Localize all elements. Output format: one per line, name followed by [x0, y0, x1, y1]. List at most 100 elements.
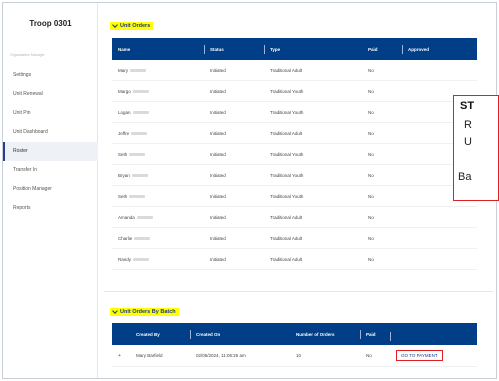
batch-header[interactable]: Unit Orders By Batch	[104, 304, 179, 320]
table-row[interactable]: Seth Initiated Traditional Youth No	[112, 186, 477, 207]
cell-paid: No	[368, 130, 374, 136]
cell-paid: No	[368, 151, 374, 157]
callout-line-3: Ba	[458, 171, 472, 183]
callout-box: ST R U Ba	[453, 95, 499, 201]
go-to-payment-button[interactable]: GO TO PAYMENT	[396, 350, 443, 361]
callout-line-2: U	[464, 136, 472, 148]
cell-name: Margo	[118, 88, 131, 94]
cell-status: Initiated	[210, 88, 226, 94]
table-row[interactable]: + Mary Barfield 02/05/2024, 11:06:25 am …	[112, 345, 477, 367]
cell-type: Traditional Youth	[270, 151, 304, 157]
callout-title: ST	[460, 100, 475, 112]
col-status[interactable]: Status	[204, 44, 264, 54]
redacted-surname	[134, 236, 151, 240]
cell-type: Traditional Adult	[270, 214, 303, 220]
cell-number-of-orders: 10	[296, 353, 302, 358]
cell-status: Initiated	[210, 130, 226, 136]
unit-orders-toggle[interactable]: Unit Orders	[110, 22, 154, 30]
table-row[interactable]: Margo Initiated Traditional Youth No	[112, 81, 477, 102]
cell-name: Jeffre	[118, 130, 130, 136]
cell-status: Initiated	[210, 193, 226, 199]
redacted-surname	[136, 215, 153, 219]
chevron-down-icon	[112, 308, 118, 314]
batch-table-header: Created By Created On Number of Orders P…	[112, 323, 477, 345]
sidebar-nav: Settings Unit Renewal Unit Pin Unit Dash…	[3, 66, 98, 218]
cell-name: Logan	[118, 109, 131, 115]
callout-line-1: R	[464, 119, 472, 131]
cell-status: Initiated	[210, 67, 226, 73]
col-created-by[interactable]: Created By	[130, 332, 190, 337]
cell-status: Initiated	[210, 235, 226, 241]
table-row[interactable]: Amanda Initiated Traditional Adult No	[112, 207, 477, 228]
cell-paid: No	[368, 193, 374, 199]
redacted-surname	[129, 152, 146, 156]
table-row[interactable]: Charlie Initiated Traditional Adult No	[112, 228, 477, 249]
cell-name: Charlie	[118, 235, 133, 241]
section-divider	[104, 291, 493, 292]
cell-status: Initiated	[210, 109, 226, 115]
sidebar: Troop 0301 Organization Manager Settings…	[3, 3, 98, 378]
batch-title: Unit Orders By Batch	[120, 309, 176, 315]
cell-type: Traditional Adult	[270, 256, 303, 262]
redacted-surname	[130, 68, 146, 72]
cell-status: Initiated	[210, 214, 226, 220]
cell-name: Seth	[118, 151, 128, 157]
chevron-down-icon	[112, 22, 118, 28]
col-name[interactable]: Name	[112, 47, 204, 52]
table-row[interactable]: Logan Initiated Traditional Youth No	[112, 102, 477, 123]
sidebar-item-transfer-in[interactable]: Transfer In	[3, 161, 98, 180]
table-row[interactable]: Jeffre Initiated Traditional Adult No	[112, 123, 477, 144]
cell-created-on: 02/05/2024, 11:06:25 am	[196, 353, 246, 358]
redacted-surname	[132, 110, 149, 114]
expand-row-button[interactable]: +	[118, 353, 121, 359]
cell-type: Traditional Youth	[270, 88, 304, 94]
cell-type: Traditional Adult	[270, 235, 303, 241]
cell-type: Traditional Youth	[270, 109, 304, 115]
cell-paid: No	[366, 353, 372, 358]
cell-paid: No	[368, 109, 374, 115]
col-type[interactable]: Type	[264, 44, 362, 54]
sidebar-item-unit-renewal[interactable]: Unit Renewal	[3, 85, 98, 104]
cell-status: Initiated	[210, 172, 226, 178]
cell-name: Randy	[118, 256, 132, 262]
redacted-surname	[131, 131, 148, 135]
redacted-surname	[129, 194, 146, 198]
cell-name: Bryan	[118, 172, 130, 178]
table-row[interactable]: Seth Initiated Traditional Youth No	[112, 144, 477, 165]
table-row[interactable]: Randy Initiated Traditional Adult No	[112, 249, 477, 270]
col-paid[interactable]: Paid	[362, 47, 402, 52]
sidebar-item-roster[interactable]: Roster	[3, 142, 98, 161]
col-paid[interactable]: Paid	[360, 329, 390, 339]
cell-status: Initiated	[210, 151, 226, 157]
cell-type: Traditional Youth	[270, 172, 304, 178]
cell-type: Traditional Adult	[270, 130, 303, 136]
cell-type: Traditional Youth	[270, 193, 304, 199]
cell-status: Initiated	[210, 256, 226, 262]
redacted-surname	[133, 257, 150, 261]
batch-toggle[interactable]: Unit Orders By Batch	[110, 308, 179, 316]
col-number-of-orders[interactable]: Number of Orders	[290, 332, 360, 337]
col-approved[interactable]: Approved	[402, 44, 477, 54]
sidebar-item-reports[interactable]: Reports	[3, 199, 98, 218]
batch-table: Created By Created On Number of Orders P…	[112, 323, 477, 367]
cell-type: Traditional Adult	[270, 67, 303, 73]
cell-paid: No	[368, 88, 374, 94]
sidebar-item-position-manager[interactable]: Position Manager	[3, 180, 98, 199]
table-row[interactable]: Mary Initiated Traditional Adult No	[112, 60, 477, 81]
sidebar-item-unit-dashboard[interactable]: Unit Dashboard	[3, 123, 98, 142]
cell-paid: No	[368, 67, 374, 73]
sidebar-item-unit-pin[interactable]: Unit Pin	[3, 104, 98, 123]
unit-orders-header[interactable]: Unit Orders	[104, 18, 154, 34]
sidebar-item-settings[interactable]: Settings	[3, 66, 98, 85]
table-row[interactable]: Bryan Initiated Traditional Youth No	[112, 165, 477, 186]
cell-name: Mary	[118, 67, 128, 73]
cell-paid: No	[368, 214, 374, 220]
cell-paid: No	[368, 172, 374, 178]
cell-paid: No	[368, 256, 374, 262]
cell-created-by: Mary Barfield	[136, 353, 163, 358]
cell-paid: No	[368, 235, 374, 241]
cell-name: Amanda	[118, 214, 135, 220]
unit-orders-table-header: Name Status Type Paid Approved	[112, 38, 477, 60]
unit-orders-table: Name Status Type Paid Approved Mary Init…	[112, 38, 477, 270]
col-created-on[interactable]: Created On	[190, 329, 290, 339]
